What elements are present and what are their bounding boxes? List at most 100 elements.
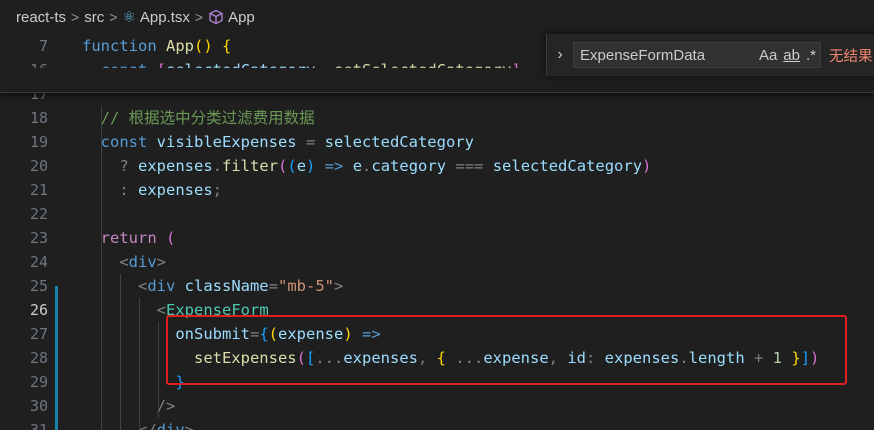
code-line[interactable]: 19 const visibleExpenses = selectedCateg… [0, 130, 874, 154]
code-token: 1 [772, 349, 783, 367]
code-token: expense [278, 325, 344, 343]
code-line[interactable]: 18 // 根据选中分类过滤费用数据 [0, 106, 874, 130]
code-token: = [249, 325, 260, 343]
code-token: expense [483, 349, 549, 367]
code-token: = [268, 277, 278, 295]
line-number: 18 [29, 109, 48, 127]
chevron-right-icon: > [71, 9, 80, 25]
code-token: { [436, 349, 446, 367]
code-token: > [156, 253, 167, 271]
code-token: , [417, 349, 437, 367]
code-editor[interactable]: 7function App() {16 const [selectedCateg… [0, 34, 874, 430]
code-token: ( [166, 229, 176, 247]
code-token: > [334, 277, 344, 295]
code-token: < [82, 301, 166, 319]
line-number: 19 [29, 133, 48, 151]
chevron-right-icon: > [194, 9, 204, 25]
match-case-icon[interactable]: Aa [759, 47, 777, 64]
code-token: className [184, 277, 269, 295]
line-number: 26 [29, 301, 48, 319]
code-token: ( [268, 325, 279, 343]
line-number: 28 [29, 349, 48, 367]
code-token: setExpenses [193, 349, 297, 367]
code-line[interactable]: 26 <ExpenseForm [0, 298, 874, 322]
line-number: 30 [29, 397, 48, 415]
code-token: . [212, 157, 222, 175]
code-token: , [548, 349, 568, 367]
code-token: function [82, 37, 166, 55]
find-input[interactable]: ExpenseFormData Aa ab .* [573, 42, 821, 68]
breadcrumb-item-symbol[interactable]: App [228, 9, 255, 26]
code-token: ( [296, 349, 306, 367]
code-token: onSubmit [175, 325, 250, 343]
code-token: ) [642, 157, 652, 175]
code-line[interactable]: 29 } [0, 370, 874, 394]
code-line[interactable]: 24 <div> [0, 250, 874, 274]
code-line[interactable]: 20 ? expenses.filter((e) => e.category =… [0, 154, 874, 178]
code-token: ... [446, 349, 484, 367]
code-text: // 根据选中分类过滤费用数据 [82, 106, 315, 130]
code-token: expenses [343, 349, 418, 367]
modified-lines-gutter-marker [55, 286, 58, 430]
indent-guide [120, 274, 121, 430]
code-token: ... [315, 349, 344, 367]
code-token: ( [287, 157, 297, 175]
code-token: . [679, 349, 689, 367]
code-token: . [362, 157, 372, 175]
code-token: ] [800, 349, 811, 367]
line-number: 25 [29, 277, 48, 295]
code-token: = [296, 133, 325, 151]
code-token: ) [810, 349, 820, 367]
match-whole-word-icon[interactable]: ab [783, 47, 800, 64]
code-text: return ( [82, 226, 176, 250]
code-token: => [315, 157, 353, 175]
code-line[interactable]: 28 setExpenses([...expenses, { ...expens… [0, 346, 874, 370]
use-regex-icon[interactable]: .* [806, 47, 816, 64]
toggle-replace-icon[interactable]: › [547, 46, 573, 64]
code-text: </div> [82, 418, 194, 430]
code-token: } [175, 373, 185, 391]
code-token: category [371, 157, 447, 175]
code-line[interactable]: 30 /> [0, 394, 874, 418]
code-line[interactable]: 31 </div> [0, 418, 874, 430]
code-text: <ExpenseForm [82, 298, 269, 322]
line-number: 27 [29, 325, 48, 343]
line-number: 7 [38, 37, 48, 55]
find-result-status: 无结果 [829, 48, 873, 65]
code-token: expenses [138, 181, 213, 199]
code-line[interactable]: 21 : expenses; [0, 178, 874, 202]
code-token: : [82, 181, 138, 199]
code-line[interactable]: 23 return ( [0, 226, 874, 250]
code-token: > [184, 421, 194, 430]
line-number: 20 [29, 157, 48, 175]
symbol-class-icon [208, 9, 224, 25]
indent-guide [101, 106, 102, 430]
code-token: return [82, 229, 166, 247]
code-token: ? [82, 157, 138, 175]
breadcrumb-item-folder[interactable]: react-ts [16, 9, 66, 26]
code-token: App [166, 37, 194, 55]
code-text: } [82, 370, 185, 394]
code-token: // 根据选中分类过滤费用数据 [82, 109, 315, 127]
code-token: e [352, 157, 363, 175]
code-line[interactable]: 27 onSubmit={(expense) => [0, 322, 874, 346]
find-query: ExpenseFormData [580, 46, 706, 64]
breadcrumb-item-file[interactable]: App.tsx [140, 9, 190, 26]
code-token: e [296, 157, 307, 175]
code-token: === [446, 157, 493, 175]
code-text: /> [82, 394, 176, 418]
code-token: filter [222, 157, 278, 175]
code-token: selectedCategory [492, 157, 643, 175]
breadcrumb-item-src[interactable]: src [84, 9, 104, 26]
code-text: <div className="mb-5"> [82, 274, 343, 298]
code-line[interactable]: 25 <div className="mb-5"> [0, 274, 874, 298]
code-token: : [586, 349, 605, 367]
react-icon: ⚛ [122, 9, 136, 26]
chevron-right-icon: > [109, 9, 118, 25]
code-line[interactable]: 22 [0, 202, 874, 226]
indent-guide [139, 298, 140, 430]
code-token: { [259, 325, 269, 343]
code-text: ? expenses.filter((e) => e.category === … [82, 154, 651, 178]
code-token: const [82, 133, 157, 151]
